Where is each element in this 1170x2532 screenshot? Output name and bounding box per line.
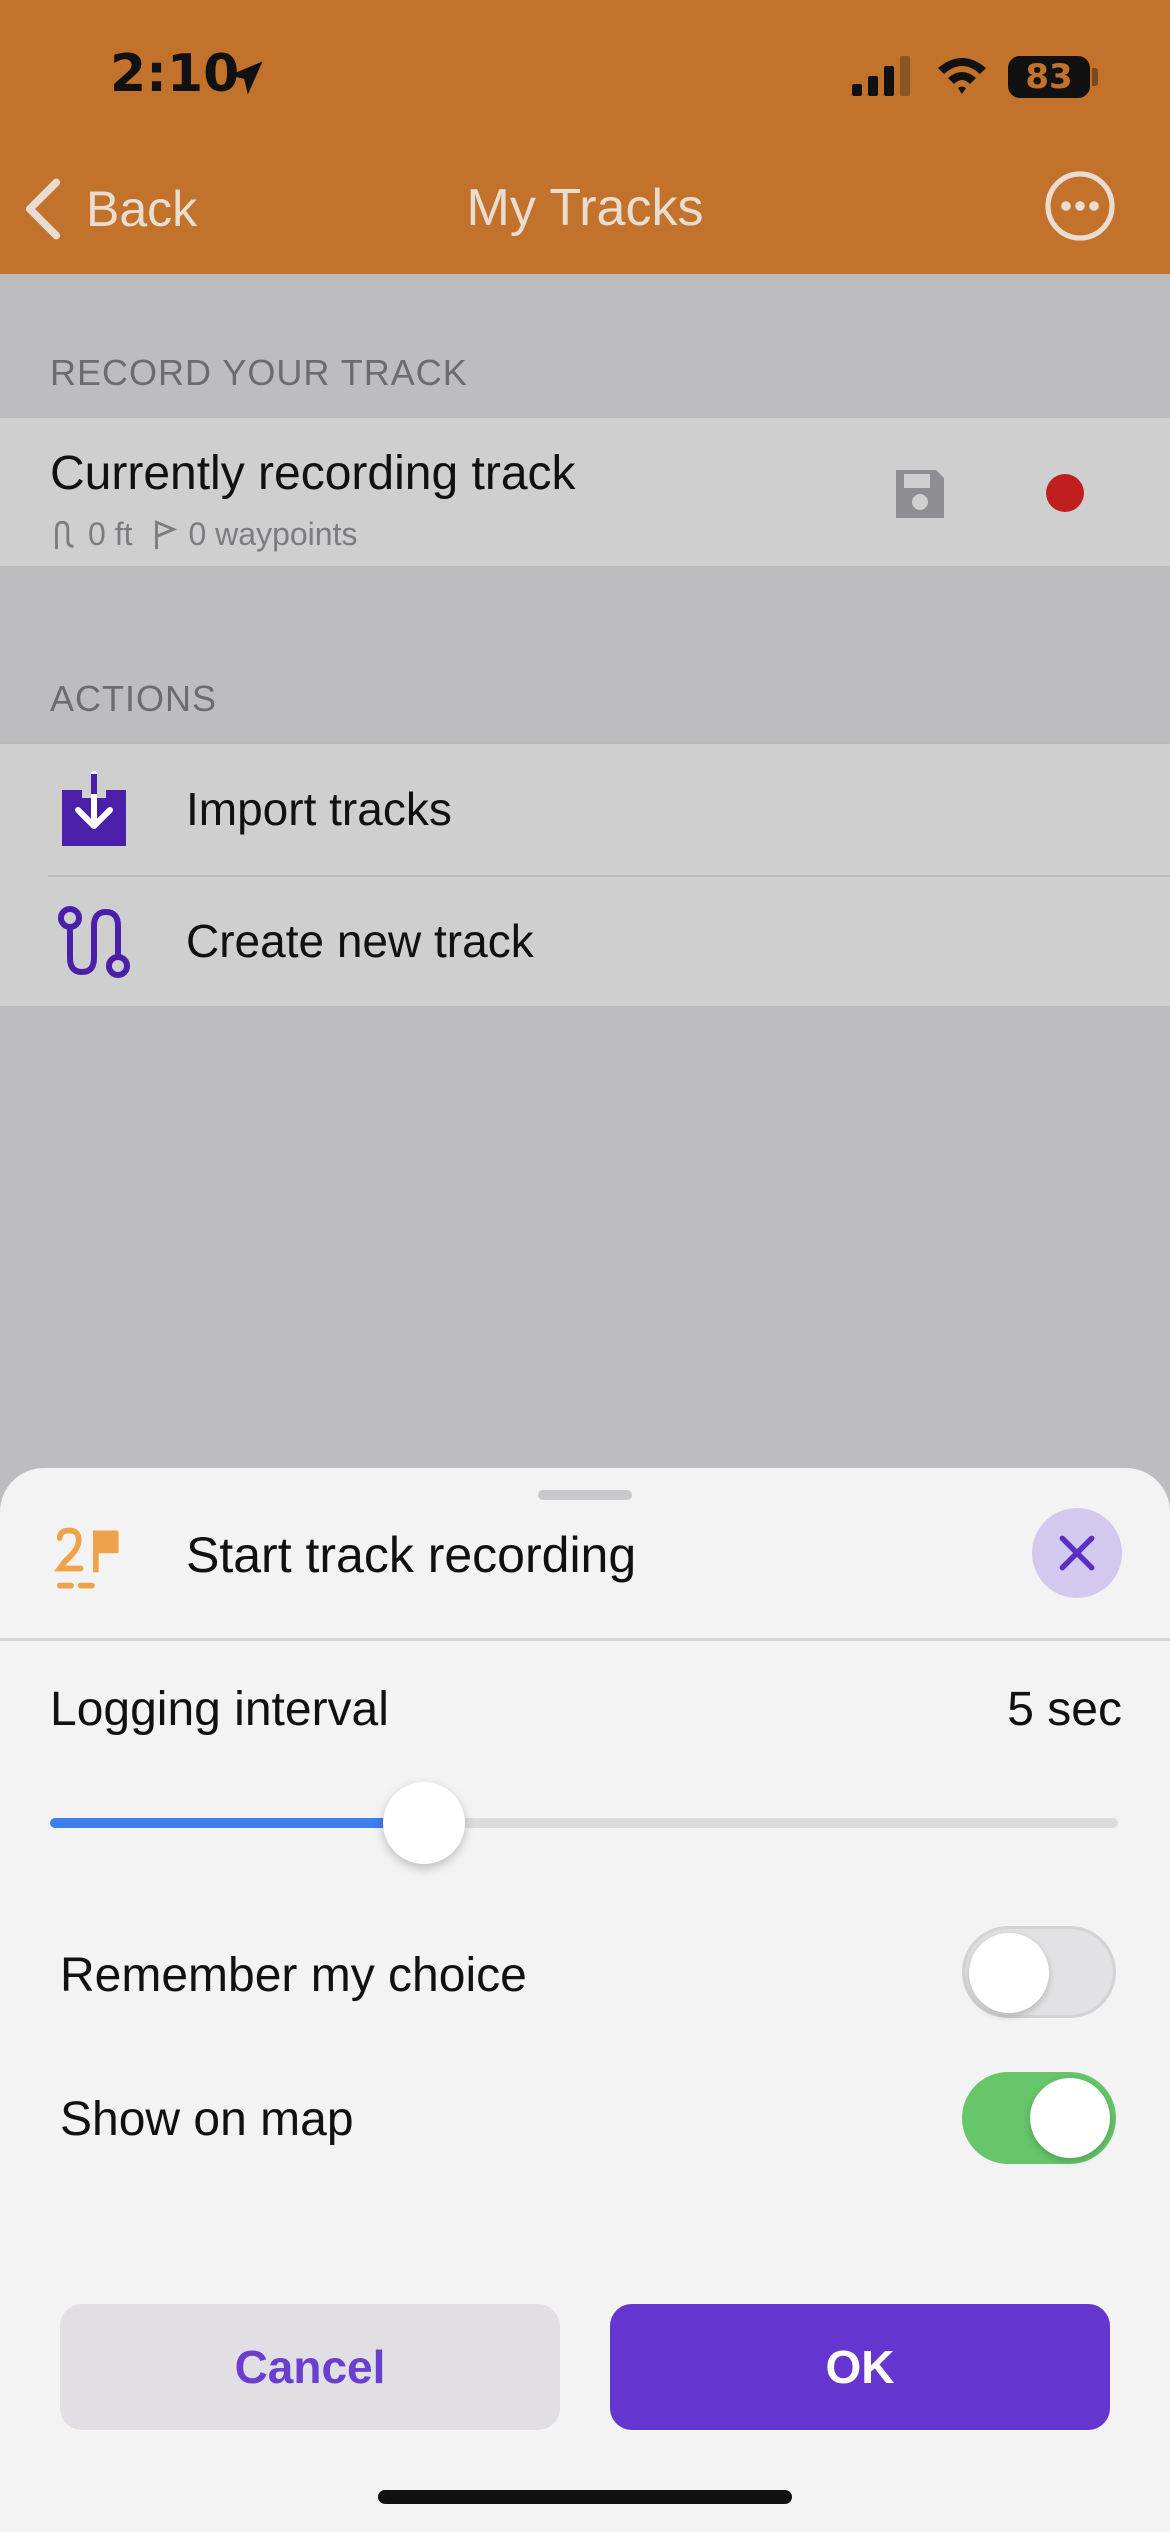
ellipsis-circle-icon[interactable]	[1044, 170, 1116, 242]
cancel-button[interactable]: Cancel	[60, 2304, 560, 2430]
logging-interval-value: 5 sec	[1007, 1683, 1122, 1736]
battery-icon: 83	[1008, 56, 1090, 98]
remember-choice-switch[interactable]	[962, 1926, 1116, 2018]
track-flag-icon	[54, 1527, 119, 1589]
flag-icon	[155, 519, 178, 549]
logging-interval-label: Logging interval	[50, 1683, 389, 1736]
location-arrow-icon	[229, 61, 263, 95]
close-icon	[1059, 1535, 1095, 1571]
switch-knob	[1030, 2078, 1110, 2158]
recording-track-row[interactable]: Currently recording track 0 ft 0 waypoin…	[0, 416, 1170, 568]
import-tracks-row[interactable]: Import tracks	[0, 744, 1170, 876]
back-label: Back	[86, 181, 198, 237]
show-on-map-label: Show on map	[60, 2093, 354, 2146]
recording-track-title: Currently recording track	[50, 447, 576, 500]
status-bar: 2:10 83	[0, 0, 1170, 150]
actions-section-header: ACTIONS	[50, 678, 218, 719]
back-button[interactable]: Back	[24, 174, 197, 244]
record-section-header: RECORD YOUR TRACK	[50, 352, 468, 393]
battery-nub	[1092, 68, 1098, 86]
remember-choice-label: Remember my choice	[60, 1949, 527, 2002]
record-dot-icon[interactable]	[1046, 474, 1084, 512]
sheet-divider	[0, 1638, 1170, 1641]
show-on-map-switch[interactable]	[962, 2072, 1116, 2164]
wifi-icon	[938, 58, 986, 94]
import-tracks-label: Import tracks	[186, 783, 452, 835]
sheet-grabber[interactable]	[538, 1490, 632, 1500]
slider-thumb[interactable]	[382, 1782, 465, 1864]
actions-group: Import tracks Create new track	[0, 742, 1170, 1008]
recording-track-stats: 0 ft 0 waypoints	[50, 516, 357, 553]
slider-fill	[50, 1818, 424, 1828]
create-new-track-row[interactable]: Create new track	[0, 876, 1170, 1008]
track-distance: 0 ft	[88, 516, 133, 552]
close-button[interactable]	[1032, 1508, 1122, 1598]
nav-bar: My Tracks Back	[0, 150, 1170, 274]
status-time: 2:10	[110, 44, 240, 104]
home-indicator	[378, 2490, 792, 2504]
sheet-title: Start track recording	[186, 1527, 637, 1583]
switch-knob	[969, 1933, 1049, 2013]
track-path-icon	[58, 906, 130, 978]
import-arrow-icon	[62, 771, 126, 846]
track-waypoints: 0 waypoints	[188, 516, 358, 552]
signal-icon	[852, 56, 910, 96]
route-icon	[55, 520, 74, 549]
chevron-left-icon	[25, 178, 61, 240]
save-icon[interactable]	[890, 464, 950, 524]
create-new-track-label: Create new track	[186, 915, 534, 967]
logging-interval-slider[interactable]	[50, 1782, 1118, 1864]
ok-button[interactable]: OK	[610, 2304, 1110, 2430]
